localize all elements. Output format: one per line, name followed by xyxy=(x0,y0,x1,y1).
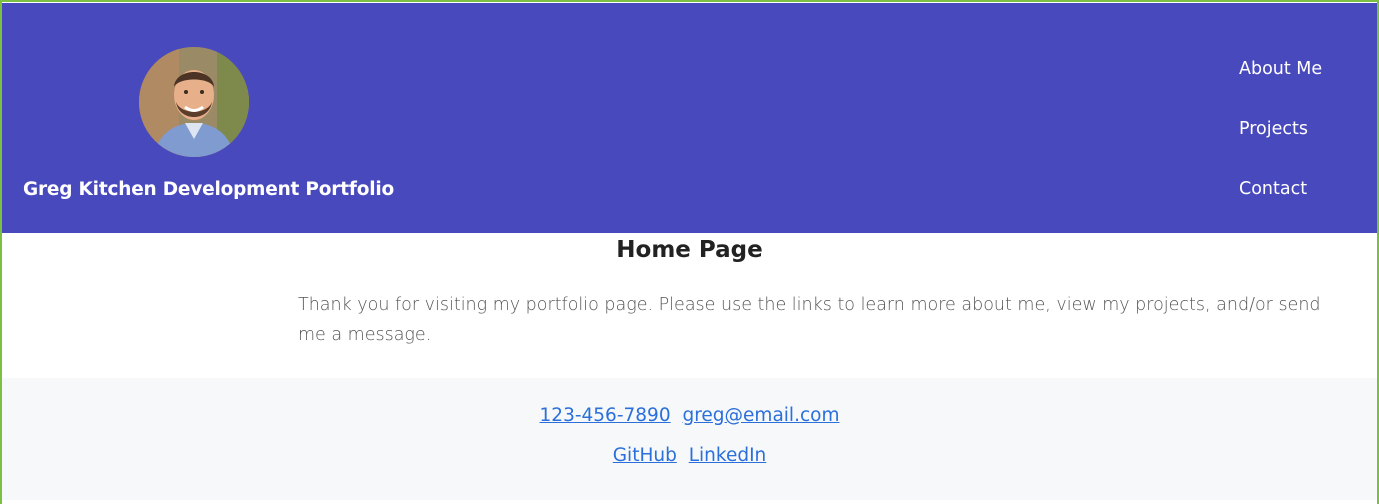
profile-photo xyxy=(139,47,249,157)
page-title: Home Page xyxy=(616,237,763,263)
phone-link[interactable]: 123-456-7890 xyxy=(540,405,671,426)
main-nav: About Me Projects Contact xyxy=(1239,58,1339,238)
nav-projects[interactable]: Projects xyxy=(1239,118,1339,178)
nav-about-me[interactable]: About Me xyxy=(1239,58,1339,118)
site-header: Greg Kitchen Development Portfolio About… xyxy=(2,3,1377,233)
nav-contact[interactable]: Contact xyxy=(1239,178,1339,238)
social-row: GitHub LinkedIn xyxy=(2,444,1377,468)
github-link[interactable]: GitHub xyxy=(613,445,677,466)
intro-text: Thank you for visiting my portfolio page… xyxy=(298,295,1321,345)
avatar xyxy=(139,47,249,157)
linkedin-link[interactable]: LinkedIn xyxy=(689,445,767,466)
contact-row: 123-456-7890 greg@email.com xyxy=(2,404,1377,428)
site-footer: 123-456-7890 greg@email.com GitHub Linke… xyxy=(2,378,1377,500)
site-title: Greg Kitchen Development Portfolio xyxy=(23,179,395,200)
email-link[interactable]: greg@email.com xyxy=(682,405,839,426)
page-frame: Greg Kitchen Development Portfolio About… xyxy=(0,0,1379,504)
